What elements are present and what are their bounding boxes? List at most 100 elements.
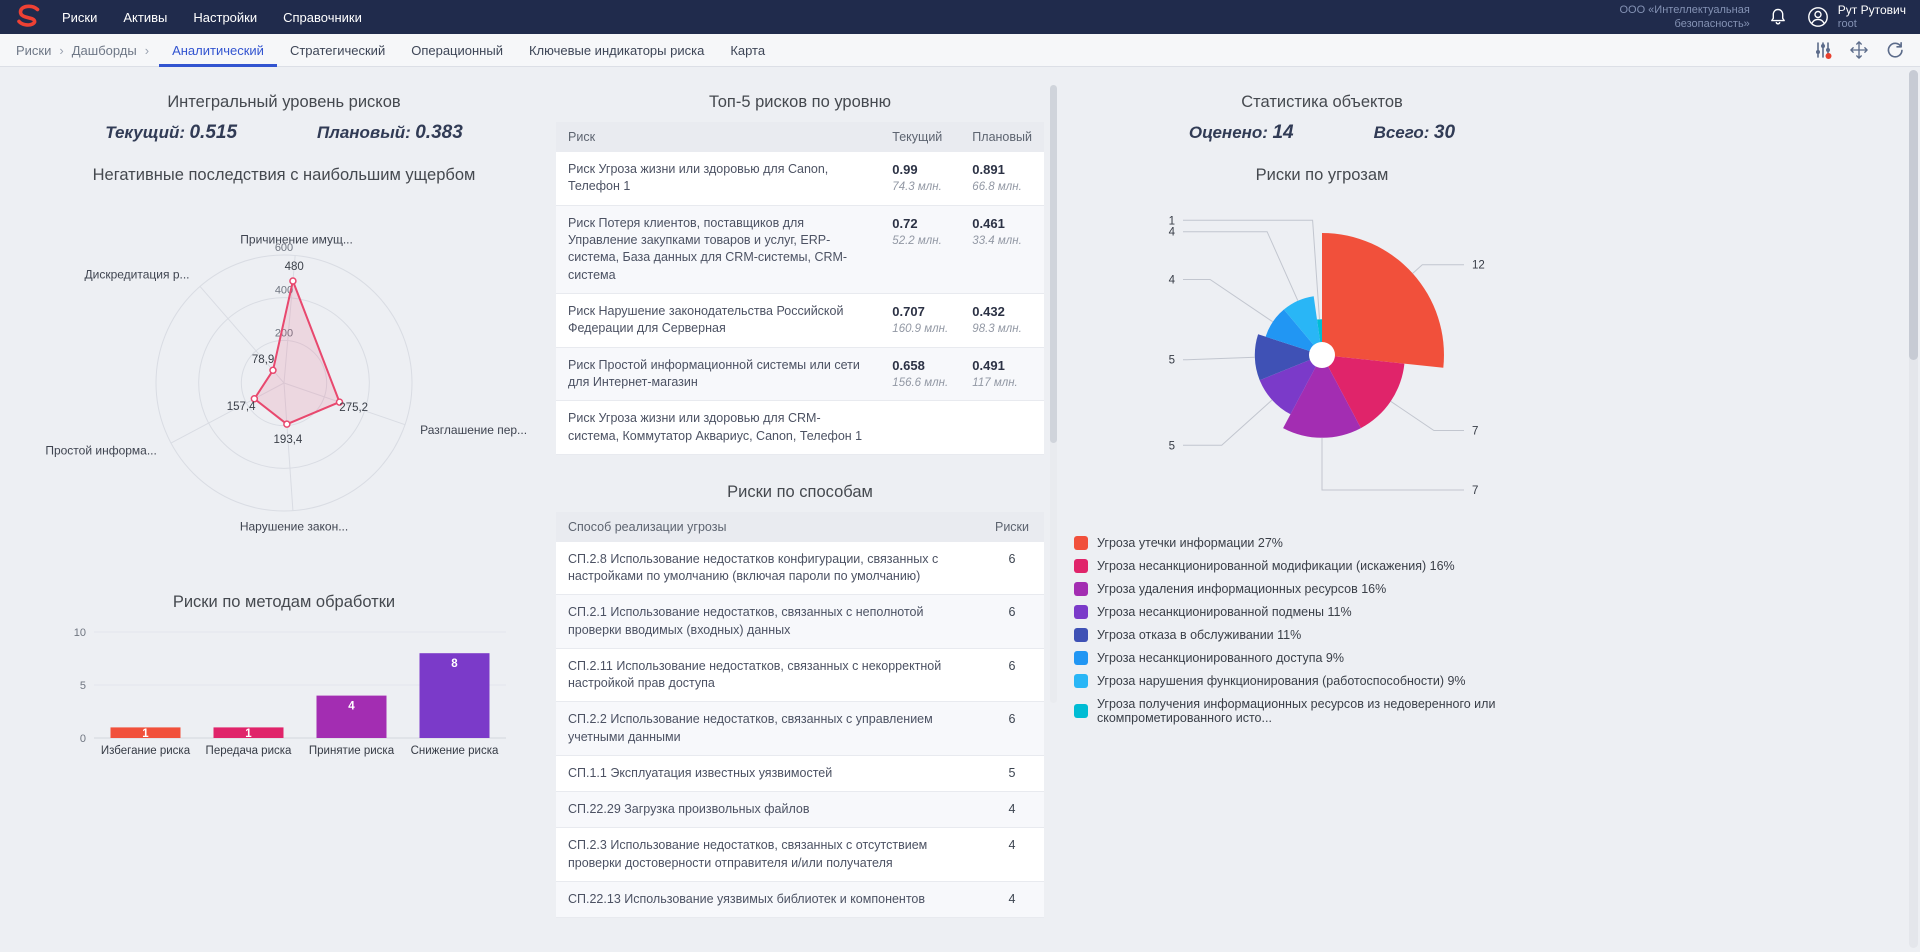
- svg-text:78,9: 78,9: [252, 354, 274, 366]
- svg-text:Передача риска: Передача риска: [206, 745, 292, 757]
- scrollbar-thumb[interactable]: [1909, 70, 1918, 360]
- filter-icon[interactable]: [1814, 41, 1832, 59]
- risk-count-cell: 4: [980, 881, 1044, 917]
- svg-text:Избегание риска: Избегание риска: [101, 745, 191, 757]
- method-name-cell: СП.1.1 Эксплуатация известных уязвимосте…: [556, 755, 980, 791]
- notifications-bell-icon[interactable]: [1768, 7, 1788, 27]
- svg-text:12: 12: [1472, 260, 1485, 272]
- svg-text:Принятие риска: Принятие риска: [309, 745, 395, 757]
- col-header-current: Текущий: [880, 122, 960, 152]
- current-value-cell: [880, 401, 960, 455]
- table-row[interactable]: СП.2.1 Использование недостатков, связан…: [556, 595, 1044, 649]
- menu-item-settings[interactable]: Настройки: [193, 10, 257, 25]
- method-name-cell: СП.22.29 Загрузка произвольных файлов: [556, 792, 980, 828]
- app-logo[interactable]: [14, 4, 42, 30]
- risk-count-cell: 6: [980, 595, 1044, 649]
- legend-item[interactable]: Угроза удаления информационных ресурсов …: [1074, 582, 1572, 596]
- col-header-risk: Риск: [556, 122, 880, 152]
- svg-text:8: 8: [451, 658, 458, 670]
- tab-key-risk-indicators[interactable]: Ключевые индикаторы риска: [516, 34, 717, 67]
- tab-strategic[interactable]: Стратегический: [277, 34, 398, 67]
- svg-text:Причинение имущ...: Причинение имущ...: [240, 233, 353, 247]
- tab-operational[interactable]: Операционный: [398, 34, 516, 67]
- table-row[interactable]: СП.2.11 Использование недостатков, связа…: [556, 648, 1044, 702]
- legend-item[interactable]: Угроза несанкционированной подмены 11%: [1074, 605, 1572, 619]
- table-row[interactable]: Риск Потеря клиентов, поставщиков для Уп…: [556, 205, 1044, 293]
- table-row[interactable]: СП.22.29 Загрузка произвольных файлов4: [556, 792, 1044, 828]
- risk-count-cell: 5: [980, 755, 1044, 791]
- current-risk-level: Текущий: 0.515: [105, 122, 237, 144]
- svg-text:10: 10: [74, 627, 86, 639]
- table-row[interactable]: Риск Угроза жизни или здоровью для Canon…: [556, 152, 1044, 205]
- legend-item[interactable]: Угроза несанкционированного доступа 9%: [1074, 651, 1572, 665]
- top-navbar: Риски Активы Настройки Справочники ООО «…: [0, 0, 1920, 34]
- radar-chart: Дискредитация р...Причинение имущ...Разг…: [58, 195, 510, 575]
- svg-text:275,2: 275,2: [339, 402, 368, 414]
- table-header-row: Риск Текущий Плановый: [556, 122, 1044, 152]
- refresh-icon[interactable]: [1886, 41, 1904, 59]
- integral-risk-title: Интегральный уровень рисков: [58, 93, 510, 112]
- tab-analytical[interactable]: Аналитический: [159, 34, 277, 67]
- svg-text:4: 4: [1169, 227, 1176, 239]
- breadcrumb-dashboards[interactable]: Дашборды: [72, 43, 137, 58]
- legend-item[interactable]: Угроза получения информационных ресурсов…: [1074, 697, 1572, 725]
- move-icon[interactable]: [1850, 41, 1868, 59]
- threats-legend: Угроза утечки информации 27% Угроза несан…: [1072, 536, 1572, 725]
- svg-text:193,4: 193,4: [274, 434, 303, 446]
- table-row[interactable]: Риск Простой информационной системы или …: [556, 347, 1044, 401]
- svg-text:5: 5: [80, 680, 86, 692]
- legend-label: Угроза несанкционированного доступа 9%: [1097, 651, 1344, 665]
- svg-text:1: 1: [245, 728, 252, 740]
- method-name-cell: СП.2.3 Использование недостатков, связан…: [556, 828, 980, 882]
- legend-label: Угроза несанкционированной модификации (…: [1097, 559, 1455, 573]
- column-middle: Топ-5 рисков по уровню Риск Текущий План…: [556, 83, 1044, 944]
- bar-chart-title: Риски по методам обработки: [58, 593, 510, 612]
- breadcrumb-separator: ›: [59, 43, 63, 58]
- avatar: [1806, 5, 1830, 29]
- table-row[interactable]: СП.2.2 Использование недостатков, связан…: [556, 702, 1044, 756]
- risk-count-cell: 4: [980, 792, 1044, 828]
- legend-item[interactable]: Угроза отказа в обслуживании 11%: [1074, 628, 1572, 642]
- legend-item[interactable]: Угроза нарушения функционирования (работ…: [1074, 674, 1572, 688]
- svg-text:4: 4: [348, 701, 355, 713]
- breadcrumb-risks[interactable]: Риски: [16, 43, 51, 58]
- svg-text:Разглашение пер...: Разглашение пер...: [420, 423, 527, 437]
- planned-value-cell: 0.491117 млн.: [960, 347, 1044, 401]
- svg-text:480: 480: [285, 261, 304, 273]
- column-scrollbar[interactable]: [1050, 85, 1057, 703]
- legend-label: Угроза несанкционированной подмены 11%: [1097, 605, 1352, 619]
- table-header-row: Способ реализации угрозы Риски: [556, 512, 1044, 542]
- table-row[interactable]: Риск Нарушение законодательства Российск…: [556, 293, 1044, 347]
- scrollbar-thumb[interactable]: [1050, 85, 1057, 443]
- legend-swatch: [1074, 605, 1088, 619]
- breadcrumb-separator: ›: [145, 43, 149, 58]
- legend-label: Угроза удаления информационных ресурсов …: [1097, 582, 1386, 596]
- table-row[interactable]: СП.2.8 Использование недостатков конфигу…: [556, 542, 1044, 595]
- risk-name-cell: Риск Потеря клиентов, поставщиков для Уп…: [556, 205, 880, 293]
- table-row[interactable]: Риск Угроза жизни или здоровью для CRM-с…: [556, 401, 1044, 455]
- table-row[interactable]: СП.22.13 Использование уязвимых библиоте…: [556, 881, 1044, 917]
- svg-text:Дискредитация р...: Дискредитация р...: [85, 267, 190, 281]
- col-header-planned: Плановый: [960, 122, 1044, 152]
- tab-map[interactable]: Карта: [717, 34, 778, 67]
- top5-table: Риск Текущий Плановый Риск Угроза жизни …: [556, 122, 1044, 455]
- filter-badge: [1826, 53, 1832, 59]
- user-menu[interactable]: Рут Рутович root: [1806, 4, 1906, 30]
- dashboard-content: Интегральный уровень рисков Текущий: 0.5…: [0, 67, 1920, 944]
- legend-item[interactable]: Угроза утечки информации 27%: [1074, 536, 1572, 550]
- svg-text:Простой информа...: Простой информа...: [45, 444, 157, 458]
- table-row[interactable]: СП.2.3 Использование недостатков, связан…: [556, 828, 1044, 882]
- menu-item-risks[interactable]: Риски: [62, 10, 97, 25]
- menu-item-assets[interactable]: Активы: [123, 10, 167, 25]
- table-row[interactable]: СП.1.1 Эксплуатация известных уязвимосте…: [556, 755, 1044, 791]
- total-objects: Всего: 30: [1374, 122, 1455, 144]
- menu-item-references[interactable]: Справочники: [283, 10, 362, 25]
- method-name-cell: СП.22.13 Использование уязвимых библиоте…: [556, 881, 980, 917]
- page-scrollbar[interactable]: [1909, 70, 1918, 948]
- svg-text:157,4: 157,4: [227, 401, 256, 413]
- legend-item[interactable]: Угроза несанкционированной модификации (…: [1074, 559, 1572, 573]
- method-name-cell: СП.2.8 Использование недостатков конфигу…: [556, 542, 980, 595]
- svg-text:1: 1: [142, 728, 149, 740]
- svg-text:7: 7: [1472, 425, 1478, 437]
- planned-value-cell: 0.46133.4 млн.: [960, 205, 1044, 293]
